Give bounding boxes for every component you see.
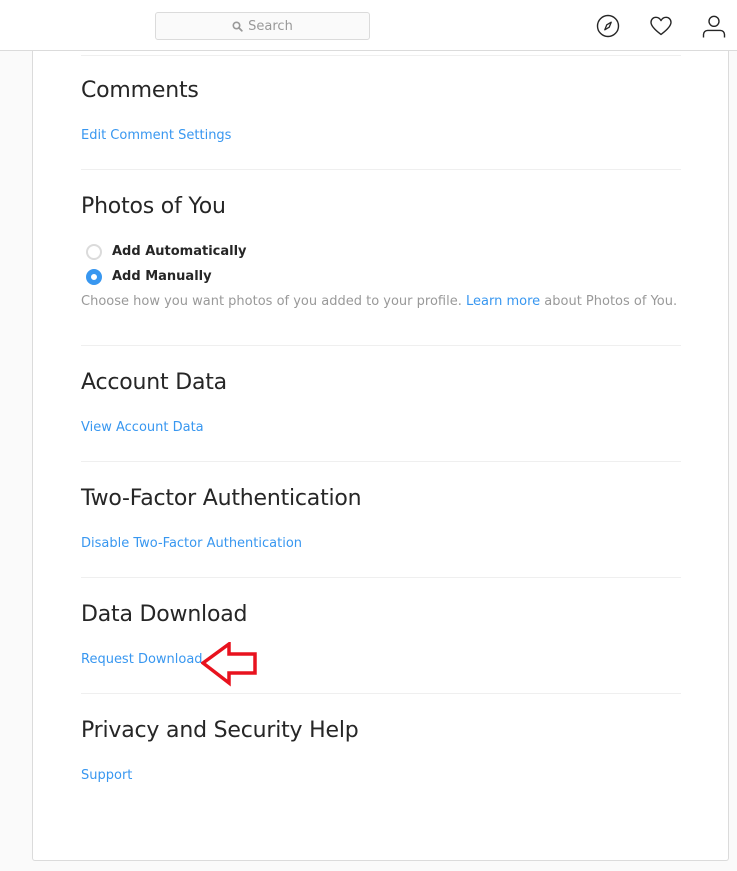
support-link[interactable]: Support [81,768,132,783]
radio-add-automatically[interactable]: Add Automatically [86,239,681,264]
person-icon[interactable] [701,13,727,39]
divider [81,55,681,56]
search-placeholder: Search [248,18,293,34]
section-title: Photos of You [81,194,226,219]
section-two-factor: Two-Factor Authentication Disable Two-Fa… [81,485,681,578]
red-arrow-annotation-icon [201,642,257,687]
learn-more-link[interactable]: Learn more [466,294,540,309]
edit-comment-settings-link[interactable]: Edit Comment Settings [81,128,231,143]
radio-label: Add Automatically [112,244,247,259]
radio-label: Add Manually [112,269,212,284]
radio-add-manually[interactable]: Add Manually [86,264,681,289]
section-comments: Comments Edit Comment Settings [81,77,681,170]
section-account-data: Account Data View Account Data [81,369,681,462]
help-text-end: about Photos of You. [544,294,678,309]
section-title: Comments [81,78,199,103]
section-photos-of-you: Photos of You Add Automatically Add Manu… [81,193,681,346]
photos-help-text: Choose how you want photos of you added … [81,294,681,309]
section-data-download: Data Download Request Download [81,601,681,694]
compass-icon[interactable] [595,13,621,39]
settings-card: Comments Edit Comment Settings Photos of… [32,51,729,861]
radio-button-checked[interactable] [86,268,102,285]
section-title: Two-Factor Authentication [81,486,362,511]
section-title: Privacy and Security Help [81,718,359,743]
disable-two-factor-link[interactable]: Disable Two-Factor Authentication [81,536,302,551]
section-title: Data Download [81,602,248,627]
search-input[interactable]: Search [155,12,370,40]
search-icon [232,20,243,32]
help-text-start: Choose how you want photos of you added … [81,294,462,309]
section-privacy-help: Privacy and Security Help Support [81,717,681,810]
request-download-link[interactable]: Request Download [81,652,203,667]
view-account-data-link[interactable]: View Account Data [81,420,204,435]
top-nav-bar: Search [0,0,737,51]
nav-icons [595,13,727,39]
section-title: Account Data [81,370,227,395]
heart-icon[interactable] [648,13,674,39]
radio-button-unchecked[interactable] [86,243,102,260]
